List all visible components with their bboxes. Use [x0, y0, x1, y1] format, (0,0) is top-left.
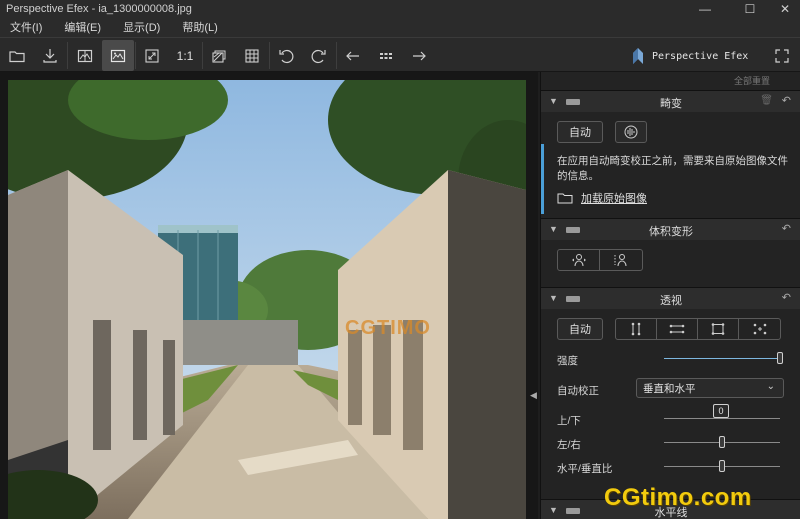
strength-slider[interactable]: [664, 358, 780, 359]
menu-view[interactable]: 显示(D): [123, 19, 160, 35]
overlay-icon[interactable]: [203, 40, 235, 71]
folder-open-icon[interactable]: [1, 40, 33, 71]
menu-bar: 文件(I) 编辑(E) 显示(D) 帮助(L): [0, 17, 800, 37]
leftright-label: 左/右: [557, 439, 581, 451]
perspective-auto-button[interactable]: 自动: [557, 318, 603, 340]
updown-label: 上/下: [557, 415, 581, 427]
brand-logo-icon: [633, 48, 643, 64]
strength-label: 强度: [557, 355, 578, 367]
rotate-left-icon[interactable]: [270, 40, 302, 71]
updown-value[interactable]: 0: [713, 404, 729, 418]
section-perspective-header[interactable]: ▼ 透视 ↶: [541, 287, 800, 309]
image-single-icon[interactable]: [102, 40, 134, 71]
preview-image: [8, 80, 526, 519]
volume-person-center-icon[interactable]: [558, 250, 600, 270]
auto-correct-select[interactable]: 垂直和水平 ⌄: [636, 378, 784, 398]
vertical-lines-icon[interactable]: [616, 319, 657, 339]
free-points-icon[interactable]: [739, 319, 780, 339]
window-title: Perspective Efex - ia_1300000008.jpg: [6, 2, 192, 15]
image-compare-icon[interactable]: [69, 40, 101, 71]
hv-ratio-slider-thumb[interactable]: [719, 460, 725, 472]
one-to-one-button[interactable]: 1:1: [169, 40, 201, 71]
strength-slider-thumb[interactable]: [777, 352, 783, 364]
photo-illustration: [8, 80, 526, 519]
fullscreen-icon[interactable]: [766, 40, 798, 71]
reset-all-button[interactable]: 全部重置: [734, 74, 770, 87]
horizontal-lines-icon[interactable]: [657, 319, 698, 339]
auto-correct-value: 垂直和水平: [643, 382, 696, 395]
distortion-auto-button[interactable]: 自动: [557, 121, 603, 143]
trash-icon[interactable]: 🗑: [760, 95, 773, 106]
control-panel: 全部重置 ▼ 畸变 🗑 ↶ 自动 在应用自动畸变校正之前，需要来自原始图像文件的…: [540, 72, 800, 519]
grid-icon[interactable]: [236, 40, 268, 71]
hv-ratio-label: 水平/垂直比: [557, 463, 613, 475]
close-icon[interactable]: ✕: [770, 0, 800, 17]
volume-person-side-icon[interactable]: [600, 250, 642, 270]
load-original-label: 加载原始图像: [581, 193, 647, 205]
fit-icon[interactable]: [136, 40, 168, 71]
arrow-left-icon[interactable]: [337, 40, 369, 71]
section-volume-header[interactable]: ▼ 体积变形 ↶: [541, 218, 800, 240]
leftright-slider-thumb[interactable]: [719, 436, 725, 448]
waveform-icon[interactable]: [615, 121, 647, 143]
collapse-panel-icon[interactable]: ◀: [530, 390, 537, 401]
rectangle-icon[interactable]: [698, 319, 739, 339]
title-bar: Perspective Efex - ia_1300000008.jpg — ☐…: [0, 0, 800, 17]
image-canvas[interactable]: CGTIMO ◀: [0, 72, 538, 519]
chevron-down-icon: ⌄: [766, 381, 775, 392]
menu-file[interactable]: 文件(I): [10, 19, 42, 35]
undo-icon[interactable]: ↶: [782, 222, 791, 235]
brand: Perspective Efex: [632, 46, 748, 66]
folder-icon: [557, 193, 573, 204]
section-distortion-header[interactable]: ▼ 畸变 🗑 ↶: [541, 90, 800, 112]
image-watermark: CGTIMO: [345, 317, 431, 339]
perspective-mode-group: [615, 318, 781, 340]
menu-edit[interactable]: 编辑(E): [64, 19, 101, 35]
brand-name: Perspective Efex: [652, 50, 749, 62]
section-volume-title: 体积变形: [649, 226, 693, 238]
undo-icon[interactable]: ↶: [782, 94, 791, 107]
thumbnail-grid-icon[interactable]: [370, 40, 402, 71]
arrow-right-icon[interactable]: [403, 40, 435, 71]
maximize-icon[interactable]: ☐: [735, 0, 765, 17]
rotate-right-icon[interactable]: [303, 40, 335, 71]
info-accent-bar: [541, 144, 544, 214]
minimize-icon[interactable]: —: [690, 0, 720, 17]
toolbar: 1:1 Perspective Efex: [0, 37, 800, 72]
corner-watermark: CGtimo.com: [604, 484, 752, 511]
distortion-info-text: 在应用自动畸变校正之前，需要来自原始图像文件的信息。: [557, 155, 788, 182]
updown-slider[interactable]: [664, 418, 780, 419]
volume-mode-group: [557, 249, 643, 271]
download-icon[interactable]: [34, 40, 66, 71]
undo-icon[interactable]: ↶: [782, 291, 791, 304]
menu-help[interactable]: 帮助(L): [182, 19, 217, 35]
auto-correct-label: 自动校正: [557, 385, 599, 397]
section-perspective-title: 透视: [660, 295, 682, 307]
load-original-link[interactable]: 加载原始图像: [557, 190, 647, 206]
